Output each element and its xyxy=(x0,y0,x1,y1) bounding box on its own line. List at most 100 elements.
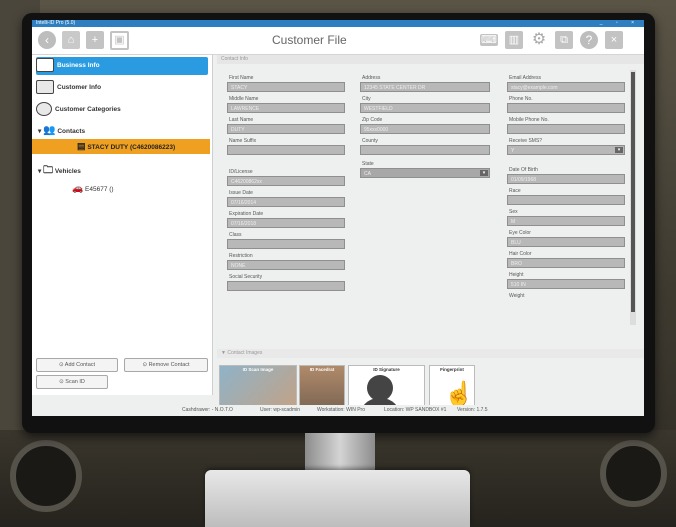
sidebar-item-customer-categories[interactable]: Customer Categories xyxy=(36,101,121,119)
keyboard-icon[interactable]: ⌨ xyxy=(480,34,498,46)
settings-icon[interactable]: ⚙ xyxy=(530,31,548,49)
window-controls[interactable]: _ ▫ × xyxy=(600,20,640,27)
class-field[interactable] xyxy=(227,239,345,249)
mobile-phone-field[interactable] xyxy=(507,124,625,134)
home-icon[interactable]: ⌂ xyxy=(62,31,80,49)
scan-icon[interactable]: ⧉ xyxy=(555,31,573,49)
status-user: User: wp-scadmin xyxy=(260,407,301,413)
add-icon[interactable]: + xyxy=(86,31,104,49)
scan-id-button[interactable]: ⊙ Scan ID xyxy=(36,375,108,389)
image-caption: ID Signature xyxy=(373,367,400,372)
zip-code-field[interactable]: 95xxx0000 xyxy=(360,124,490,134)
name-suffix-field[interactable] xyxy=(227,145,345,155)
label-middle-name: Middle Name xyxy=(229,96,259,102)
label-height: Height xyxy=(509,272,524,278)
dob-field[interactable]: 01/09/1968 xyxy=(507,174,625,184)
contact-card-icon: ▤ xyxy=(77,141,86,151)
city-field[interactable]: WESTFIELD xyxy=(360,103,490,113)
sidebar-item-customer-info[interactable]: Customer Info xyxy=(36,79,101,97)
label-address: Address xyxy=(362,75,381,81)
page-title: Customer File xyxy=(272,33,347,47)
customer-icon xyxy=(36,80,54,95)
form-scrollbar[interactable] xyxy=(630,70,636,325)
label-sex: Sex xyxy=(509,209,518,215)
status-location: Location: WP SANDBOX #1 xyxy=(384,407,447,413)
label-eye-color: Eye Color xyxy=(509,230,531,236)
scrollbar-thumb[interactable] xyxy=(631,72,635,312)
eye-color-field[interactable]: BLU xyxy=(507,237,625,247)
label-name-suffix: Name Suffix xyxy=(229,138,257,144)
monitor-stand-neck xyxy=(305,433,375,473)
label-weight: Weight xyxy=(509,293,525,299)
label-email: Email Address xyxy=(509,75,541,81)
first-name-field[interactable]: STACY xyxy=(227,82,345,92)
close-icon[interactable]: × xyxy=(605,31,623,49)
business-icon xyxy=(36,58,54,73)
save-icon[interactable]: ▣ xyxy=(110,31,129,50)
label-hair-color: Hair Color xyxy=(509,251,532,257)
address-field[interactable]: 12345 STATE CENTER DR xyxy=(360,82,490,92)
receive-sms-value: Y xyxy=(511,148,515,154)
height-field[interactable]: 510 IN xyxy=(507,279,625,289)
barcode-icon[interactable]: ▥ xyxy=(505,31,523,49)
label-restriction: Restriction xyxy=(229,253,253,259)
truck-wheel xyxy=(600,440,667,507)
add-contact-button[interactable]: ⊙ Add Contact xyxy=(36,358,118,372)
toolbar: ‹ ⌂ + ▣ Customer File ⌨ ▥ ⚙ ⧉ ? × xyxy=(32,27,644,55)
truck-wheel xyxy=(10,440,82,512)
label-first-name: First Name xyxy=(229,75,254,81)
race-field[interactable] xyxy=(507,195,625,205)
issue-date-field[interactable]: 07/16/2014 xyxy=(227,197,345,207)
label-dob: Date Of Birth xyxy=(509,167,538,173)
label-mobile-phone: Mobile Phone No. xyxy=(509,117,549,123)
sidebar-item-business-info[interactable]: Business Info xyxy=(36,57,208,75)
middle-name-field[interactable]: LAWRENCE xyxy=(227,103,345,113)
state-select[interactable]: CA ▾ xyxy=(360,168,490,178)
county-field[interactable] xyxy=(360,145,490,155)
id-license-field[interactable]: C46200862xx xyxy=(227,176,345,186)
sex-field[interactable]: M xyxy=(507,216,625,226)
phone-field[interactable] xyxy=(507,103,625,113)
contact-info-header: Contact Info xyxy=(217,55,644,64)
expiration-date-field[interactable]: 07/16/2018 xyxy=(227,218,345,228)
image-caption: ID Facedrat xyxy=(309,367,335,372)
label-last-name: Last Name xyxy=(229,117,254,123)
email-field[interactable]: stacy@example.com xyxy=(507,82,625,92)
window-titlebar: Intelli-ID Pro (5.0) _ ▫ × xyxy=(32,20,644,27)
chevron-down-icon: ▾ xyxy=(480,170,488,176)
vehicle-item[interactable]: 🚗 E45677 () xyxy=(72,183,114,194)
social-security-field[interactable] xyxy=(227,281,345,291)
receive-sms-select[interactable]: Y ▾ xyxy=(507,145,625,155)
image-caption: Fingerprint xyxy=(440,367,464,372)
window-title: Intelli-ID Pro (5.0) xyxy=(36,20,76,26)
monitor-stand-base xyxy=(205,470,470,527)
status-version: Version: 1.7.5 xyxy=(457,407,488,413)
restriction-field[interactable]: NONE xyxy=(227,260,345,270)
remove-contact-button[interactable]: ⊙ Remove Contact xyxy=(124,358,208,372)
folder-icon: 🗀 xyxy=(43,165,54,176)
label-id-license: ID/License xyxy=(229,169,253,175)
chevron-down-icon: ▾ xyxy=(615,147,623,153)
label-zip-code: Zip Code xyxy=(362,117,383,123)
categories-icon xyxy=(36,102,52,117)
help-icon[interactable]: ? xyxy=(580,31,598,49)
label-issue-date: Issue Date xyxy=(229,190,253,196)
tree-vehicles[interactable]: ▾ 🗀 Vehicles xyxy=(38,163,81,180)
app-window: Intelli-ID Pro (5.0) _ ▫ × ‹ ⌂ + ▣ Custo… xyxy=(32,20,644,416)
image-caption: ID Scan Image xyxy=(242,367,274,372)
last-name-field[interactable]: DUTY xyxy=(227,124,345,134)
contact-selected[interactable]: ▤ STACY DUTY (C4620086223) xyxy=(32,139,210,154)
label-class: Class xyxy=(229,232,242,238)
label-social-security: Social Security xyxy=(229,274,263,280)
car-icon: 🚗 xyxy=(72,183,84,193)
label-state: State xyxy=(362,161,374,167)
sidebar: Business Info Customer Info Customer Cat… xyxy=(32,55,213,395)
hair-color-field[interactable]: BRO xyxy=(507,258,625,268)
back-icon[interactable]: ‹ xyxy=(38,31,56,49)
label-county: County xyxy=(362,138,378,144)
label-race: Race xyxy=(509,188,521,194)
label-receive-sms: Receive SMS? xyxy=(509,138,543,144)
tree-contacts[interactable]: ▾ 👥 Contacts xyxy=(38,125,85,136)
label-expiration-date: Expiration Date xyxy=(229,211,264,217)
contact-images-header[interactable]: ▼ Contact Images xyxy=(217,349,644,358)
